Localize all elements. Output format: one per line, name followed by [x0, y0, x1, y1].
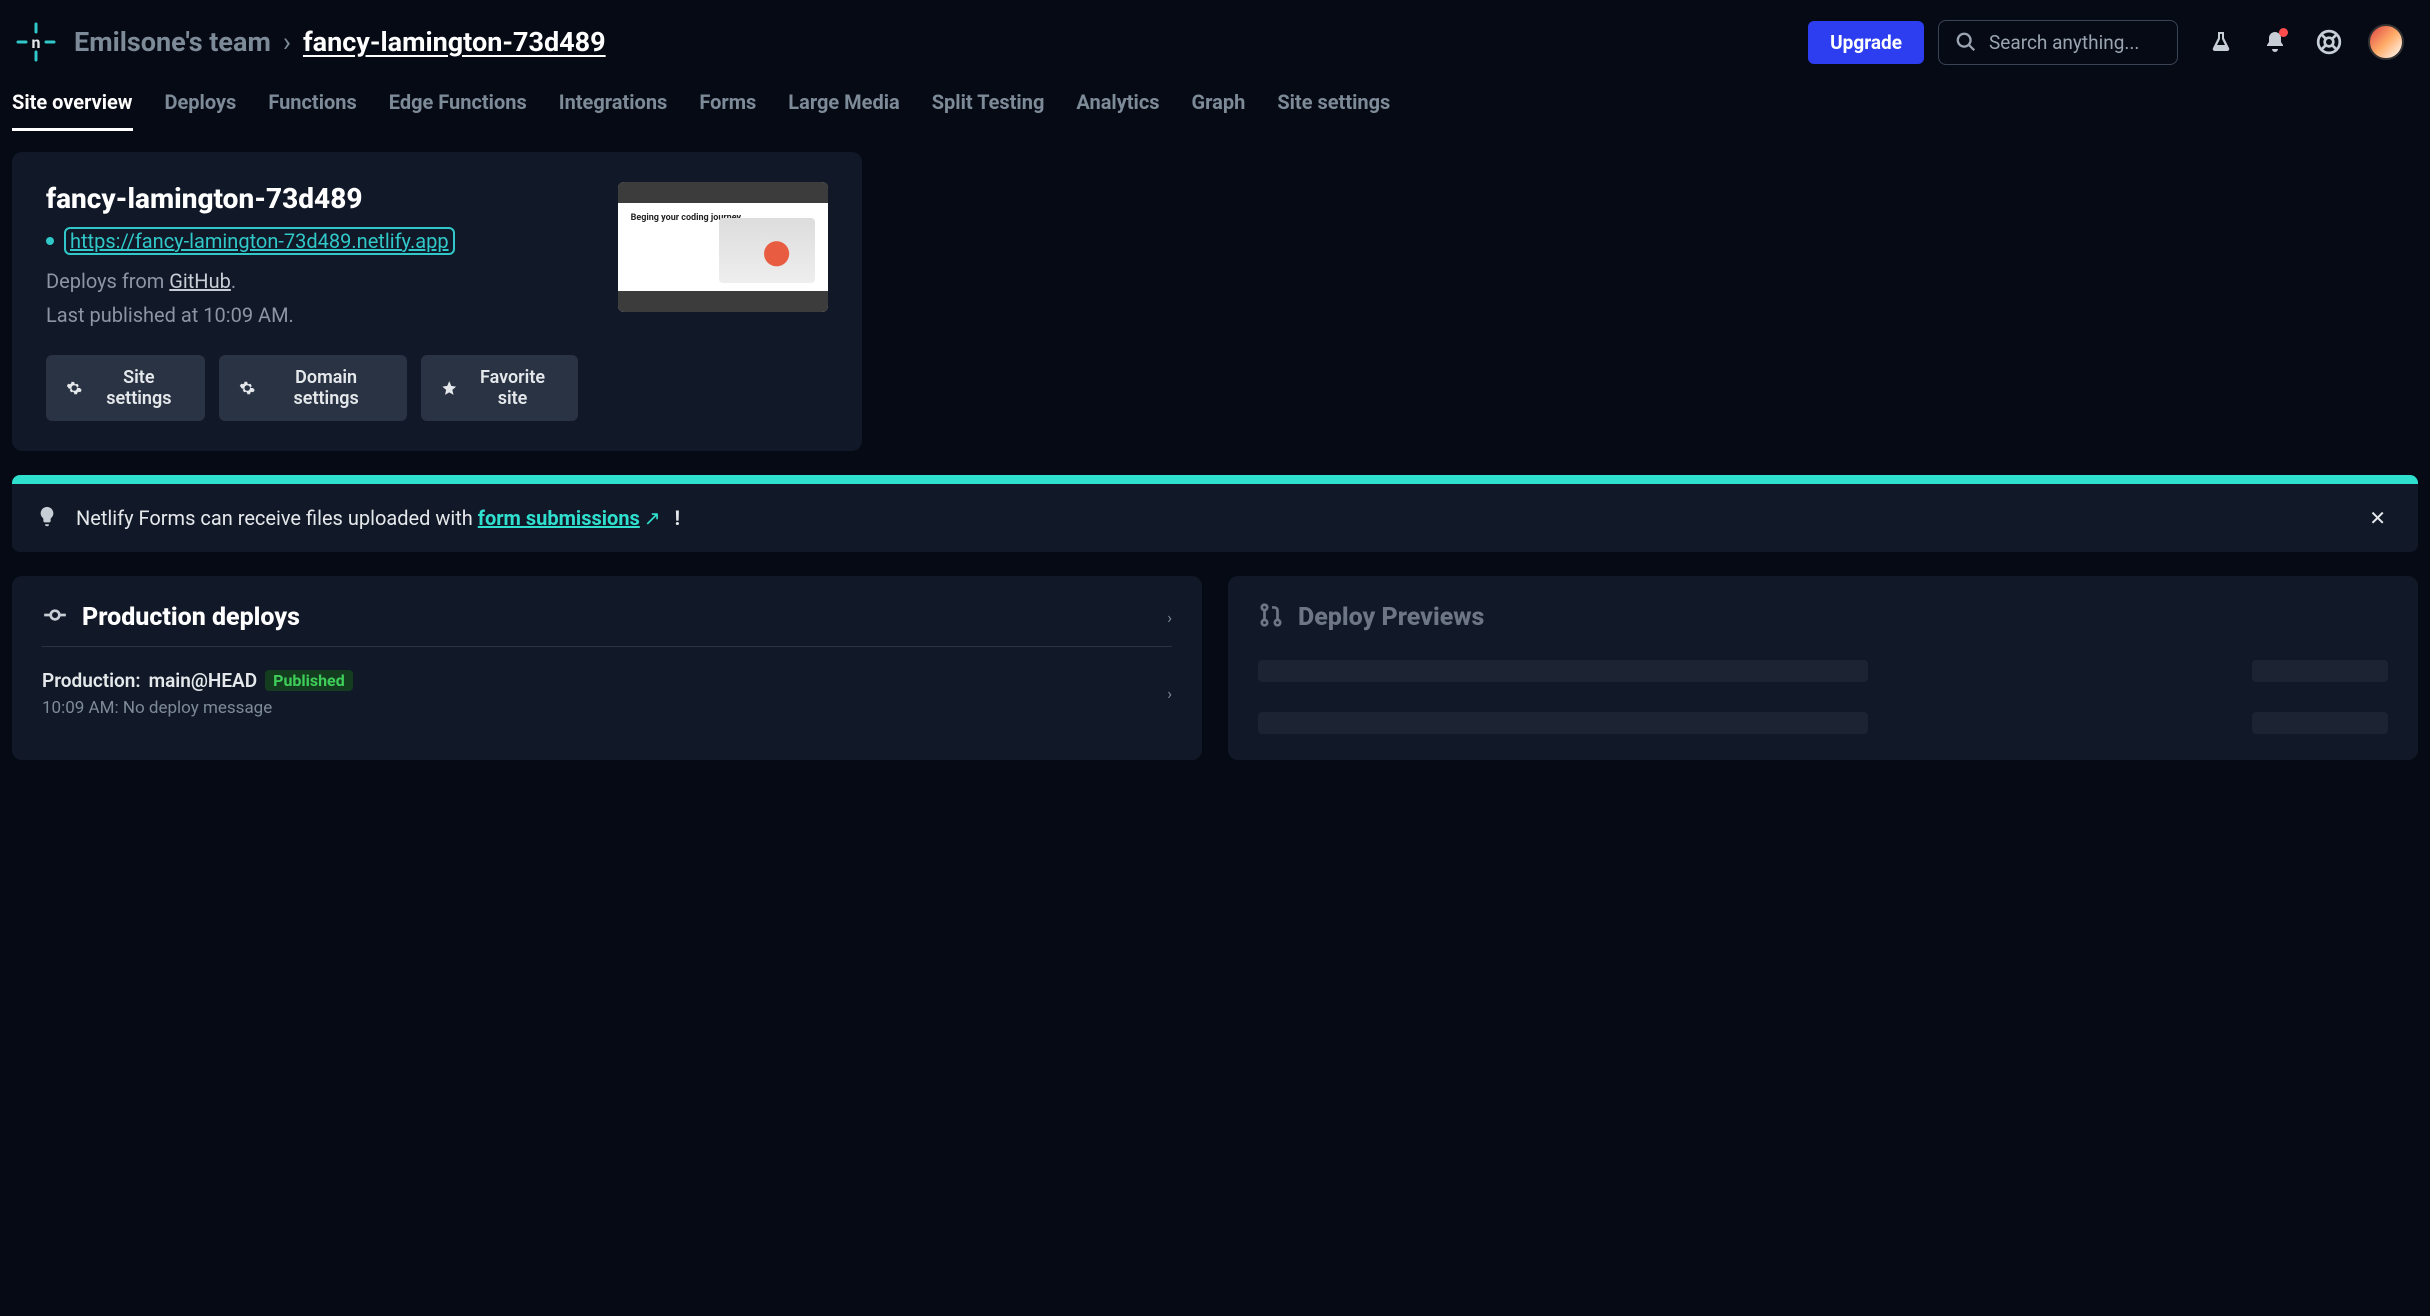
netlify-logo[interactable]: n — [12, 18, 60, 66]
gear-icon — [239, 379, 256, 397]
breadcrumb-team[interactable]: Emilsone's team — [74, 26, 271, 58]
lightbulb-icon — [36, 505, 58, 532]
external-link-icon: ↗ — [644, 506, 661, 530]
loading-skeleton — [1258, 660, 2388, 734]
published-badge: Published — [265, 670, 353, 691]
panel-title: Deploy Previews — [1298, 603, 1484, 632]
tab-forms[interactable]: Forms — [699, 84, 756, 131]
deploy-previews-panel: Deploy Previews — [1228, 576, 2418, 760]
deploy-env-label: Production: — [42, 669, 141, 692]
commit-icon — [42, 602, 68, 632]
tab-edge-functions[interactable]: Edge Functions — [389, 84, 527, 131]
site-settings-button[interactable]: Site settings — [46, 355, 205, 421]
github-link[interactable]: GitHub — [169, 269, 231, 293]
site-title: fancy-lamington-73d489 — [46, 182, 578, 215]
domain-settings-label: Domain settings — [266, 367, 387, 409]
upgrade-button[interactable]: Upgrade — [1808, 21, 1924, 64]
tip-banner: Netlify Forms can receive files uploaded… — [12, 475, 2418, 552]
search-placeholder: Search anything... — [1989, 31, 2139, 54]
tab-analytics[interactable]: Analytics — [1076, 84, 1159, 131]
search-input[interactable]: Search anything... — [1938, 20, 2178, 65]
tip-accent-bar — [12, 475, 2418, 484]
tab-site-settings[interactable]: Site settings — [1277, 84, 1390, 131]
last-published-text: Last published at 10:09 AM. — [46, 303, 578, 327]
deploys-from-text: Deploys from GitHub. — [46, 269, 578, 293]
breadcrumb-site[interactable]: fancy-lamington-73d489 — [303, 26, 606, 58]
site-preview-thumbnail[interactable]: Beging your coding journey — [618, 182, 828, 312]
tab-site-overview[interactable]: Site overview — [12, 84, 133, 131]
star-icon — [441, 379, 458, 397]
preview-illustration — [719, 218, 816, 283]
domain-settings-button[interactable]: Domain settings — [219, 355, 406, 421]
site-actions: Site settings Domain settings Favorite s… — [46, 355, 578, 421]
gear-icon — [66, 379, 83, 397]
favorite-label: Favorite site — [467, 367, 558, 409]
notifications-icon[interactable] — [2260, 27, 2290, 57]
search-icon — [1955, 31, 1977, 53]
production-deploys-panel: Production deploys › Production: main@HE… — [12, 576, 1202, 760]
tip-text: Netlify Forms can receive files uploaded… — [76, 506, 2343, 530]
tab-graph[interactable]: Graph — [1192, 84, 1246, 131]
favorite-site-button[interactable]: Favorite site — [421, 355, 578, 421]
deploy-row[interactable]: Production: main@HEAD Published 10:09 AM… — [42, 669, 1172, 718]
panel-title: Production deploys — [82, 603, 300, 632]
header-actions — [2192, 24, 2418, 60]
site-overview-card: fancy-lamington-73d489 https://fancy-lam… — [12, 152, 862, 451]
status-dot-icon — [46, 237, 54, 245]
site-settings-label: Site settings — [93, 367, 186, 409]
labs-icon[interactable] — [2206, 27, 2236, 57]
help-icon[interactable] — [2314, 27, 2344, 57]
chevron-right-icon: › — [1167, 684, 1172, 703]
deploy-branch: main@HEAD — [149, 669, 258, 692]
tab-integrations[interactable]: Integrations — [559, 84, 668, 131]
avatar[interactable] — [2368, 24, 2404, 60]
tab-split-testing[interactable]: Split Testing — [932, 84, 1045, 131]
tip-link[interactable]: form submissions — [478, 506, 640, 530]
site-tabs: Site overview Deploys Functions Edge Fun… — [0, 78, 2430, 132]
notification-dot — [2279, 28, 2288, 37]
tab-large-media[interactable]: Large Media — [788, 84, 899, 131]
app-header: n Emilsone's team › fancy-lamington-73d4… — [0, 0, 2430, 78]
tab-deploys[interactable]: Deploys — [165, 84, 237, 131]
tab-functions[interactable]: Functions — [268, 84, 356, 131]
breadcrumb: Emilsone's team › fancy-lamington-73d489 — [74, 26, 1794, 58]
chevron-right-icon[interactable]: › — [1167, 608, 1172, 627]
svg-text:n: n — [32, 33, 41, 52]
deploy-subline: 10:09 AM: No deploy message — [42, 698, 353, 718]
chevron-right-icon: › — [283, 26, 291, 58]
pull-request-icon — [1258, 602, 1284, 632]
close-icon[interactable]: ✕ — [2361, 502, 2394, 534]
site-url-link[interactable]: https://fancy-lamington-73d489.netlify.a… — [64, 227, 455, 255]
